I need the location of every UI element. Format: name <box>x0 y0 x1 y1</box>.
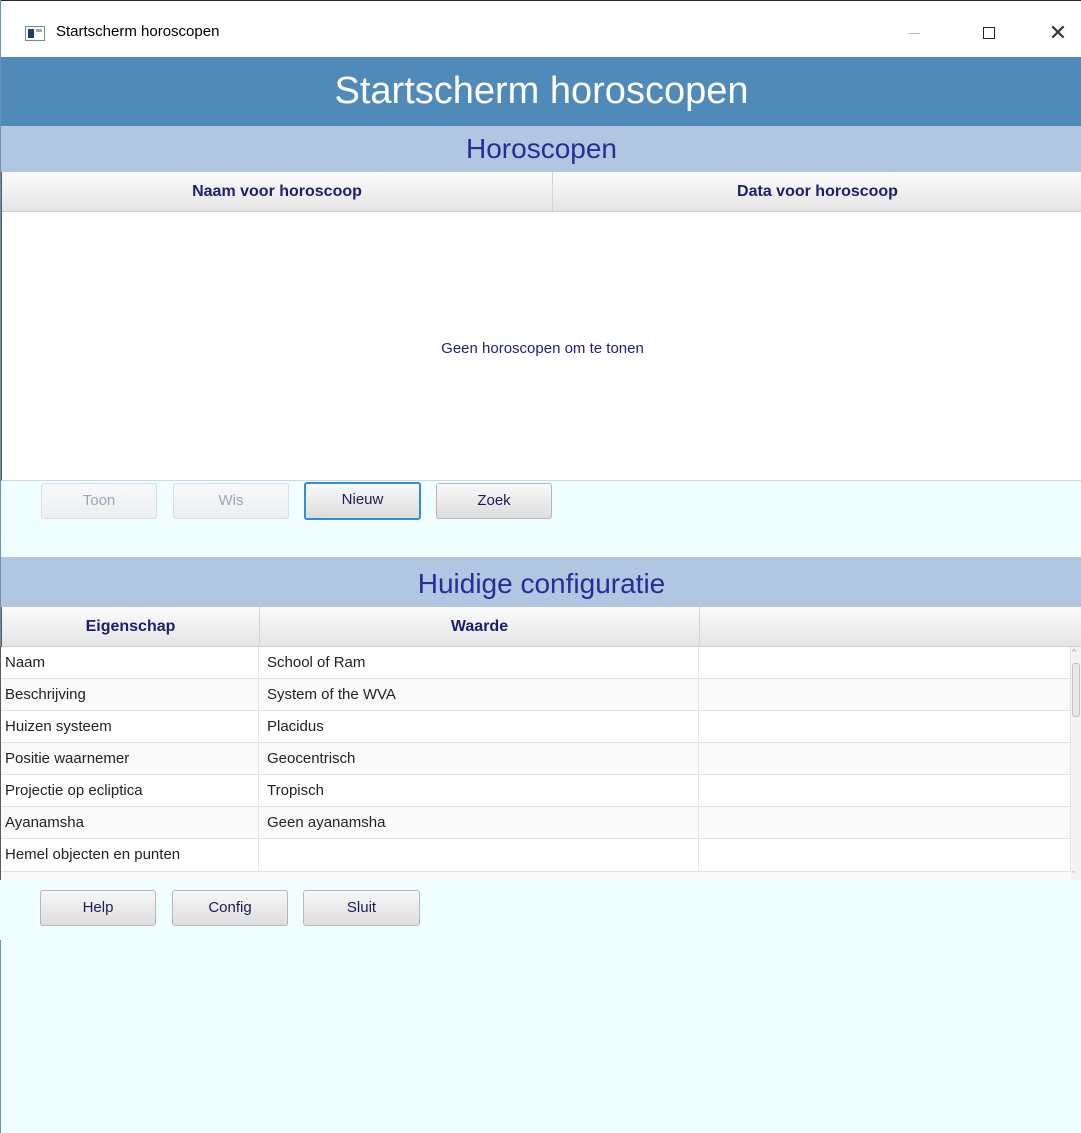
maximize-button[interactable] <box>966 15 1012 51</box>
minimize-button[interactable] <box>891 15 937 51</box>
show-button[interactable]: Toon <box>41 483 157 519</box>
help-button[interactable]: Help <box>40 890 156 926</box>
property-cell: Ayanamsha <box>1 807 259 839</box>
search-button[interactable]: Zoek <box>436 483 552 519</box>
column-header-name[interactable]: Naam voor horoscoop <box>2 172 553 212</box>
config-table-scrollbar[interactable]: ^ ˇ <box>1071 647 1081 880</box>
configuration-section-title: Huidige configuratie <box>1 557 1081 607</box>
column-header-value[interactable]: Waarde <box>260 607 700 647</box>
extra-cell <box>699 775 1071 807</box>
maximize-icon <box>983 27 995 39</box>
property-cell: Projectie op ecliptica <box>1 775 259 807</box>
app-icon <box>25 26 45 41</box>
config-button[interactable]: Config <box>172 890 288 926</box>
scroll-down-icon[interactable]: ˇ <box>1072 870 1075 880</box>
table-row[interactable]: Huizen systeem Placidus <box>1 711 1071 743</box>
value-cell <box>259 839 699 872</box>
value-cell: Placidus <box>259 711 699 743</box>
close-icon: ✕ <box>1048 20 1068 45</box>
extra-cell <box>699 679 1071 711</box>
value-cell: Geocentrisch <box>259 743 699 775</box>
title-bar[interactable]: Startscherm horoscopen ✕ <box>1 0 1081 57</box>
table-row[interactable]: Hemel objecten en punten <box>1 839 1071 872</box>
table-row[interactable]: Naam School of Ram <box>1 647 1071 679</box>
extra-cell <box>699 743 1071 775</box>
extra-cell <box>699 711 1071 743</box>
table-row[interactable]: Projectie op ecliptica Tropisch <box>1 775 1071 807</box>
scroll-up-icon[interactable]: ^ <box>1072 647 1076 657</box>
extra-cell <box>699 647 1071 679</box>
delete-button[interactable]: Wis <box>173 483 289 519</box>
property-cell: Beschrijving <box>1 679 259 711</box>
column-header-extra[interactable] <box>700 607 1081 647</box>
value-cell: Geen ayanamsha <box>259 807 699 839</box>
column-header-property[interactable]: Eigenschap <box>2 607 260 647</box>
value-cell: School of Ram <box>259 647 699 679</box>
scrollbar-thumb[interactable] <box>1072 663 1080 717</box>
horoscopes-section-title: Horoscopen <box>1 126 1081 172</box>
table-row-partial <box>1 872 1071 880</box>
table-row[interactable]: Ayanamsha Geen ayanamsha <box>1 807 1071 839</box>
minimize-icon <box>908 32 920 34</box>
close-window-button[interactable]: ✕ <box>1035 15 1081 51</box>
column-header-data[interactable]: Data voor horoscoop <box>553 172 1081 212</box>
page-title: Startscherm horoscopen <box>1 57 1081 126</box>
window-title: Startscherm horoscopen <box>56 23 220 40</box>
close-button[interactable]: Sluit <box>303 890 420 926</box>
empty-table-message: Geen horoscopen om te tonen <box>441 340 644 357</box>
main-window: Startscherm horoscopen ✕ Startscherm hor… <box>0 0 1081 1133</box>
new-button[interactable]: Nieuw <box>304 482 421 520</box>
table-row[interactable]: Positie waarnemer Geocentrisch <box>1 743 1071 775</box>
table-row[interactable]: Beschrijving System of the WVA <box>1 679 1071 711</box>
horoscopes-table[interactable]: Naam voor horoscoop Data voor horoscoop … <box>1 172 1081 481</box>
property-cell: Huizen systeem <box>1 711 259 743</box>
configuration-table-header: Eigenschap Waarde <box>2 607 1081 647</box>
property-cell: Naam <box>1 647 259 679</box>
value-cell: Tropisch <box>259 775 699 807</box>
config-table-left-border <box>0 647 1 880</box>
config-table-bottom-cover <box>0 880 1081 940</box>
extra-cell <box>699 807 1071 839</box>
property-cell: Positie waarnemer <box>1 743 259 775</box>
value-cell: System of the WVA <box>259 679 699 711</box>
extra-cell <box>699 839 1071 872</box>
horoscopes-table-header: Naam voor horoscoop Data voor horoscoop <box>2 172 1081 212</box>
property-cell: Hemel objecten en punten <box>1 839 259 872</box>
